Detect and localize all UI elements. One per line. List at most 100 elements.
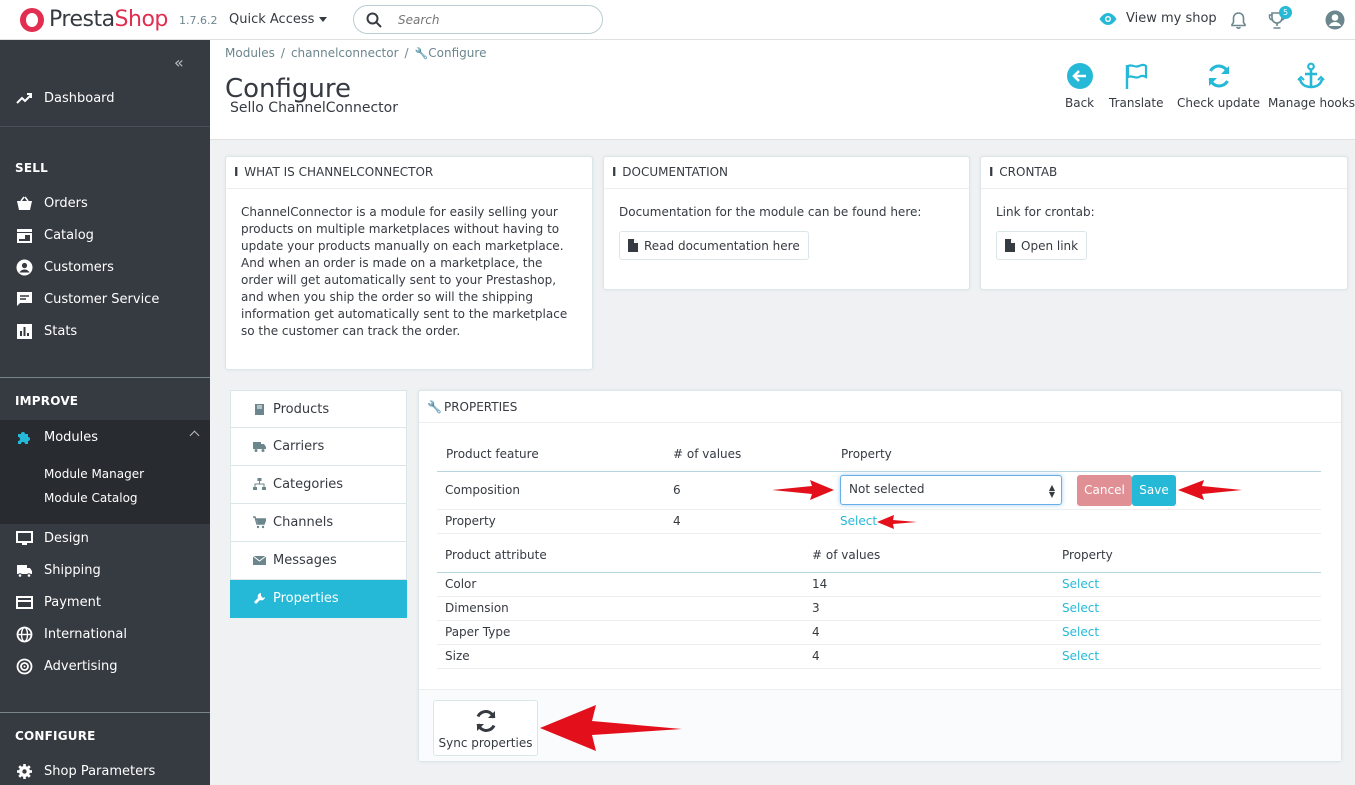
table-row: Color 14 Select <box>437 573 1321 597</box>
sidebar-item-label: Orders <box>44 195 88 211</box>
user-avatar-icon[interactable] <box>1325 10 1345 30</box>
sidebar-item-shop-parameters[interactable]: Shop Parameters <box>0 755 210 785</box>
sidebar-item-payment[interactable]: Payment <box>0 586 210 618</box>
select-property-link[interactable]: Select <box>1062 577 1099 591</box>
breadcrumb-item: Configure <box>428 46 487 60</box>
truck-icon <box>16 562 33 579</box>
annotation-arrow-left-icon <box>1178 480 1242 500</box>
read-documentation-button[interactable]: Read documentation here <box>619 231 809 260</box>
select-property-link[interactable]: Select <box>1062 601 1099 615</box>
bell-icon[interactable] <box>1230 11 1247 30</box>
sidebar-subitem-module-manager[interactable]: Module Manager <box>44 467 144 481</box>
divider <box>0 712 210 713</box>
table-header-row: Product feature # of values Property <box>437 440 1321 472</box>
sidebar-subitem-module-catalog[interactable]: Module Catalog <box>44 491 138 505</box>
tab-products[interactable]: Products <box>230 390 407 428</box>
what-is-panel: i WHAT IS CHANNELCONNECTOR ChannelConnec… <box>225 156 593 370</box>
check-update-button[interactable]: Check update <box>1177 62 1260 110</box>
tab-channels[interactable]: Channels <box>230 504 407 542</box>
sidebar-item-stats[interactable]: Stats <box>0 315 210 347</box>
sidebar-item-customer-service[interactable]: Customer Service <box>0 283 210 315</box>
store-icon <box>16 227 33 244</box>
manage-hooks-button[interactable]: Manage hooks <box>1268 62 1355 110</box>
sidebar-item-orders[interactable]: Orders <box>0 187 210 219</box>
toolbar-label: Translate <box>1109 96 1164 110</box>
sidebar-item-label: Shop Parameters <box>44 763 156 779</box>
desktop-icon <box>16 530 33 547</box>
sidebar-item-design[interactable]: Design <box>0 522 210 554</box>
tab-properties[interactable]: Properties <box>230 580 407 618</box>
select-property-link[interactable]: Select <box>1062 649 1099 663</box>
section-title-sell: SELL <box>15 161 48 175</box>
file-icon <box>628 239 638 252</box>
attribute-name: Size <box>445 649 470 663</box>
column-header: Property <box>841 447 892 461</box>
credit-card-icon <box>16 594 33 611</box>
sidebar-item-dashboard[interactable]: Dashboard <box>0 82 210 114</box>
wrench-icon: 🔧 <box>414 47 429 60</box>
select-property-link[interactable]: Select <box>840 514 877 528</box>
refresh-icon <box>476 710 495 732</box>
panel-heading: i DOCUMENTATION <box>604 157 969 189</box>
quick-access-dropdown[interactable]: Quick Access <box>229 12 328 27</box>
puzzle-piece-icon <box>16 429 33 446</box>
envelope-icon <box>253 555 266 565</box>
sidebar-item-shipping[interactable]: Shipping <box>0 554 210 586</box>
eye-icon <box>1099 12 1117 25</box>
column-header: Product attribute <box>445 548 547 562</box>
wrench-icon <box>254 593 265 604</box>
save-button[interactable]: Save <box>1132 475 1176 506</box>
toolbar-label: Back <box>1065 96 1095 110</box>
cancel-button[interactable]: Cancel <box>1077 475 1132 506</box>
arrow-back-circle-icon <box>1066 63 1093 89</box>
property-select[interactable]: Not selected ▲ ▼ <box>840 475 1062 505</box>
sidebar-item-catalog[interactable]: Catalog <box>0 219 210 251</box>
sidebar-item-international[interactable]: International <box>0 618 210 650</box>
info-icon: i <box>234 165 239 179</box>
translate-button[interactable]: Translate <box>1109 62 1164 110</box>
breadcrumb-item[interactable]: channelconnector <box>291 46 399 60</box>
value-count: 3 <box>812 601 820 615</box>
truck-icon <box>253 442 266 452</box>
refresh-icon <box>1208 64 1229 88</box>
back-button[interactable]: Back <box>1065 62 1094 110</box>
open-link-button[interactable]: Open link <box>996 231 1088 260</box>
select-property-link[interactable]: Select <box>1062 625 1099 639</box>
divider <box>0 377 210 378</box>
sidebar-item-customers[interactable]: Customers <box>0 251 210 283</box>
tab-carriers[interactable]: Carriers <box>230 428 407 466</box>
value-count: 4 <box>673 514 681 528</box>
collapse-sidebar-icon[interactable]: « <box>174 53 184 72</box>
search-box[interactable] <box>353 5 603 34</box>
section-title-configure: CONFIGURE <box>15 729 96 743</box>
sidebar-item-advertising[interactable]: Advertising <box>0 650 210 682</box>
sidebar-item-label: Design <box>44 530 89 546</box>
sync-properties-button[interactable]: Sync properties <box>433 700 538 756</box>
panel-heading: i WHAT IS CHANNELCONNECTOR <box>226 157 592 189</box>
target-icon <box>16 658 33 675</box>
column-header: Product feature <box>446 447 539 461</box>
crontab-panel: i CRONTAB Link for crontab: Open link <box>980 156 1348 290</box>
column-header: Property <box>1062 548 1113 562</box>
section-title-improve: IMPROVE <box>15 394 79 408</box>
bar-chart-icon <box>16 323 33 340</box>
annotation-arrow-right-icon <box>772 480 834 500</box>
tab-messages[interactable]: Messages <box>230 542 407 580</box>
value-count: 4 <box>812 649 820 663</box>
notification-badge: 5 <box>1279 6 1292 19</box>
search-input[interactable] <box>398 11 588 29</box>
value-count: 4 <box>812 625 820 639</box>
info-icon: i <box>989 165 994 179</box>
file-icon <box>1005 239 1015 252</box>
page-header: Modules / channelconnector / 🔧Configure Conf… <box>210 40 1355 140</box>
breadcrumb-item[interactable]: Modules <box>225 46 275 60</box>
column-header: # of values <box>812 548 881 562</box>
table-row: Paper Type 4 Select <box>437 621 1321 645</box>
flag-icon <box>1126 63 1148 89</box>
view-my-shop-link[interactable]: View my shop <box>1098 11 1217 26</box>
tab-categories[interactable]: Categories <box>230 466 407 504</box>
wrench-icon: 🔧 <box>427 400 442 414</box>
toolbar-label: Check update <box>1177 96 1261 110</box>
prestashop-logo[interactable]: PrestaShop <box>20 7 168 32</box>
sidebar-item-modules[interactable]: Modules <box>0 420 210 454</box>
